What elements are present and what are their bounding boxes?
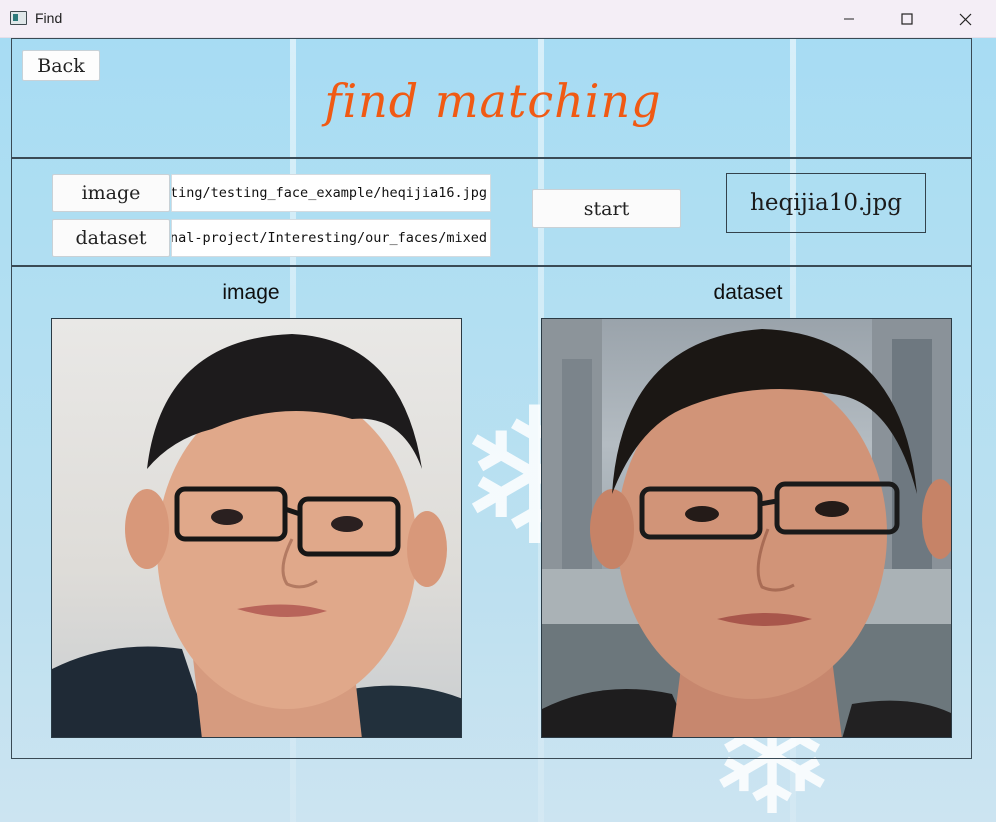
close-icon xyxy=(959,13,971,25)
minimize-button[interactable] xyxy=(820,0,878,38)
image-label: image xyxy=(222,281,280,304)
client-area: ❄ ❄ Back find matching image dataset sti… xyxy=(0,38,996,822)
maximize-button[interactable] xyxy=(878,0,936,38)
start-button[interactable]: start xyxy=(532,189,681,228)
app-icon xyxy=(10,11,27,25)
maximize-icon xyxy=(901,13,913,25)
dataset-path-field[interactable]: .nal-project/Interesting/our_faces/mixed xyxy=(171,219,491,257)
image-path-field[interactable]: sting/testing_face_example/heqijia16.jpg xyxy=(171,174,491,212)
query-face-photo xyxy=(51,318,462,738)
dataset-label: dataset xyxy=(713,281,783,304)
dataset-path-text: .nal-project/Interesting/our_faces/mixed xyxy=(171,230,487,246)
window-title: Find xyxy=(35,10,63,26)
minimize-icon xyxy=(844,18,854,20)
result-filename: heqijia10.jpg xyxy=(726,173,926,233)
title-bar: Find xyxy=(0,0,996,38)
page-title: find matching xyxy=(324,74,662,128)
image-path-text: sting/testing_face_example/heqijia16.jpg xyxy=(171,185,487,201)
image-button[interactable]: image xyxy=(52,174,170,212)
matched-face-photo xyxy=(541,318,952,738)
dataset-button[interactable]: dataset xyxy=(52,219,170,257)
close-button[interactable] xyxy=(936,0,994,38)
